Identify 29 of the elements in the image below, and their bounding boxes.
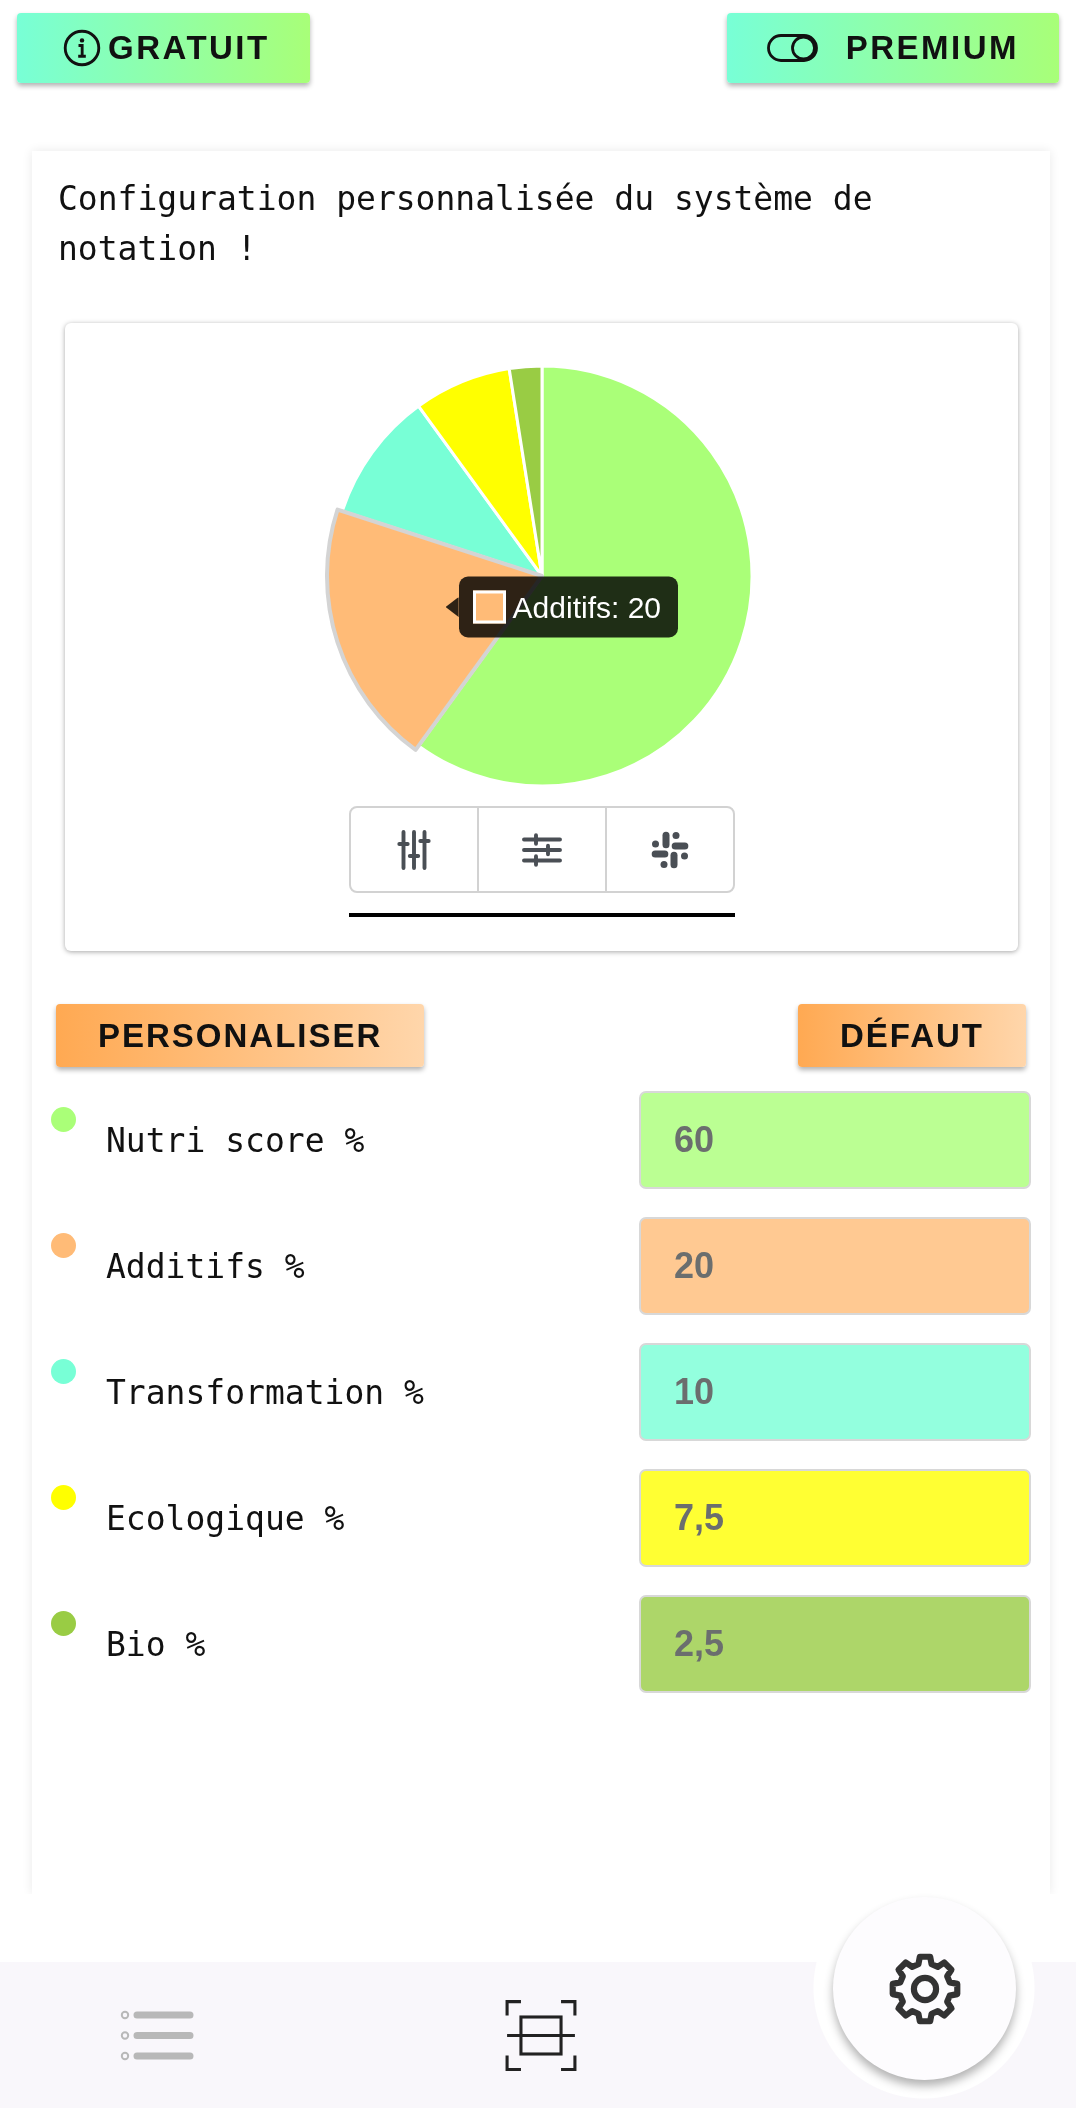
criterion-label: Transformation % xyxy=(106,1372,424,1412)
horizontal-sliders-icon xyxy=(520,831,563,868)
view-button[interactable] xyxy=(476,806,607,893)
percentage-field[interactable]: 20 xyxy=(639,1217,1031,1315)
plan-button[interactable]: PREMIUM xyxy=(726,13,1059,83)
view-button[interactable] xyxy=(604,806,735,893)
color-swatch-icon xyxy=(472,590,506,624)
action-button[interactable]: DÉFAUT xyxy=(798,1004,1026,1067)
percentage-field[interactable]: 10 xyxy=(639,1343,1031,1441)
action-button[interactable]: PERSONALISER xyxy=(56,1004,425,1067)
vertical-sliders-icon xyxy=(395,828,432,871)
pinwheel-icon xyxy=(649,829,690,870)
scan-icon xyxy=(504,1997,578,2073)
percentage-field[interactable]: 60 xyxy=(639,1091,1031,1189)
criterion-label: Bio % xyxy=(106,1624,206,1664)
plan-button[interactable]: GRATUIT xyxy=(17,13,310,83)
settings-icon xyxy=(887,1951,962,2026)
view-button[interactable] xyxy=(348,806,479,893)
tooltip-text: Additifs: 20 xyxy=(512,590,661,625)
percentage-field[interactable]: 2,5 xyxy=(639,1595,1031,1693)
toggle-icon xyxy=(766,34,818,62)
scan-button[interactable] xyxy=(504,1997,578,2073)
list-icon xyxy=(120,2008,194,2062)
info-icon xyxy=(63,29,101,67)
criterion-label: Additifs % xyxy=(106,1246,305,1286)
description-text: Configuration personnalisée du système de notation ! xyxy=(58,178,874,270)
criterion-label: Ecologique % xyxy=(106,1498,345,1538)
percentage-field[interactable]: 7,5 xyxy=(639,1469,1031,1567)
criterion-label: Nutri score % xyxy=(106,1120,365,1160)
